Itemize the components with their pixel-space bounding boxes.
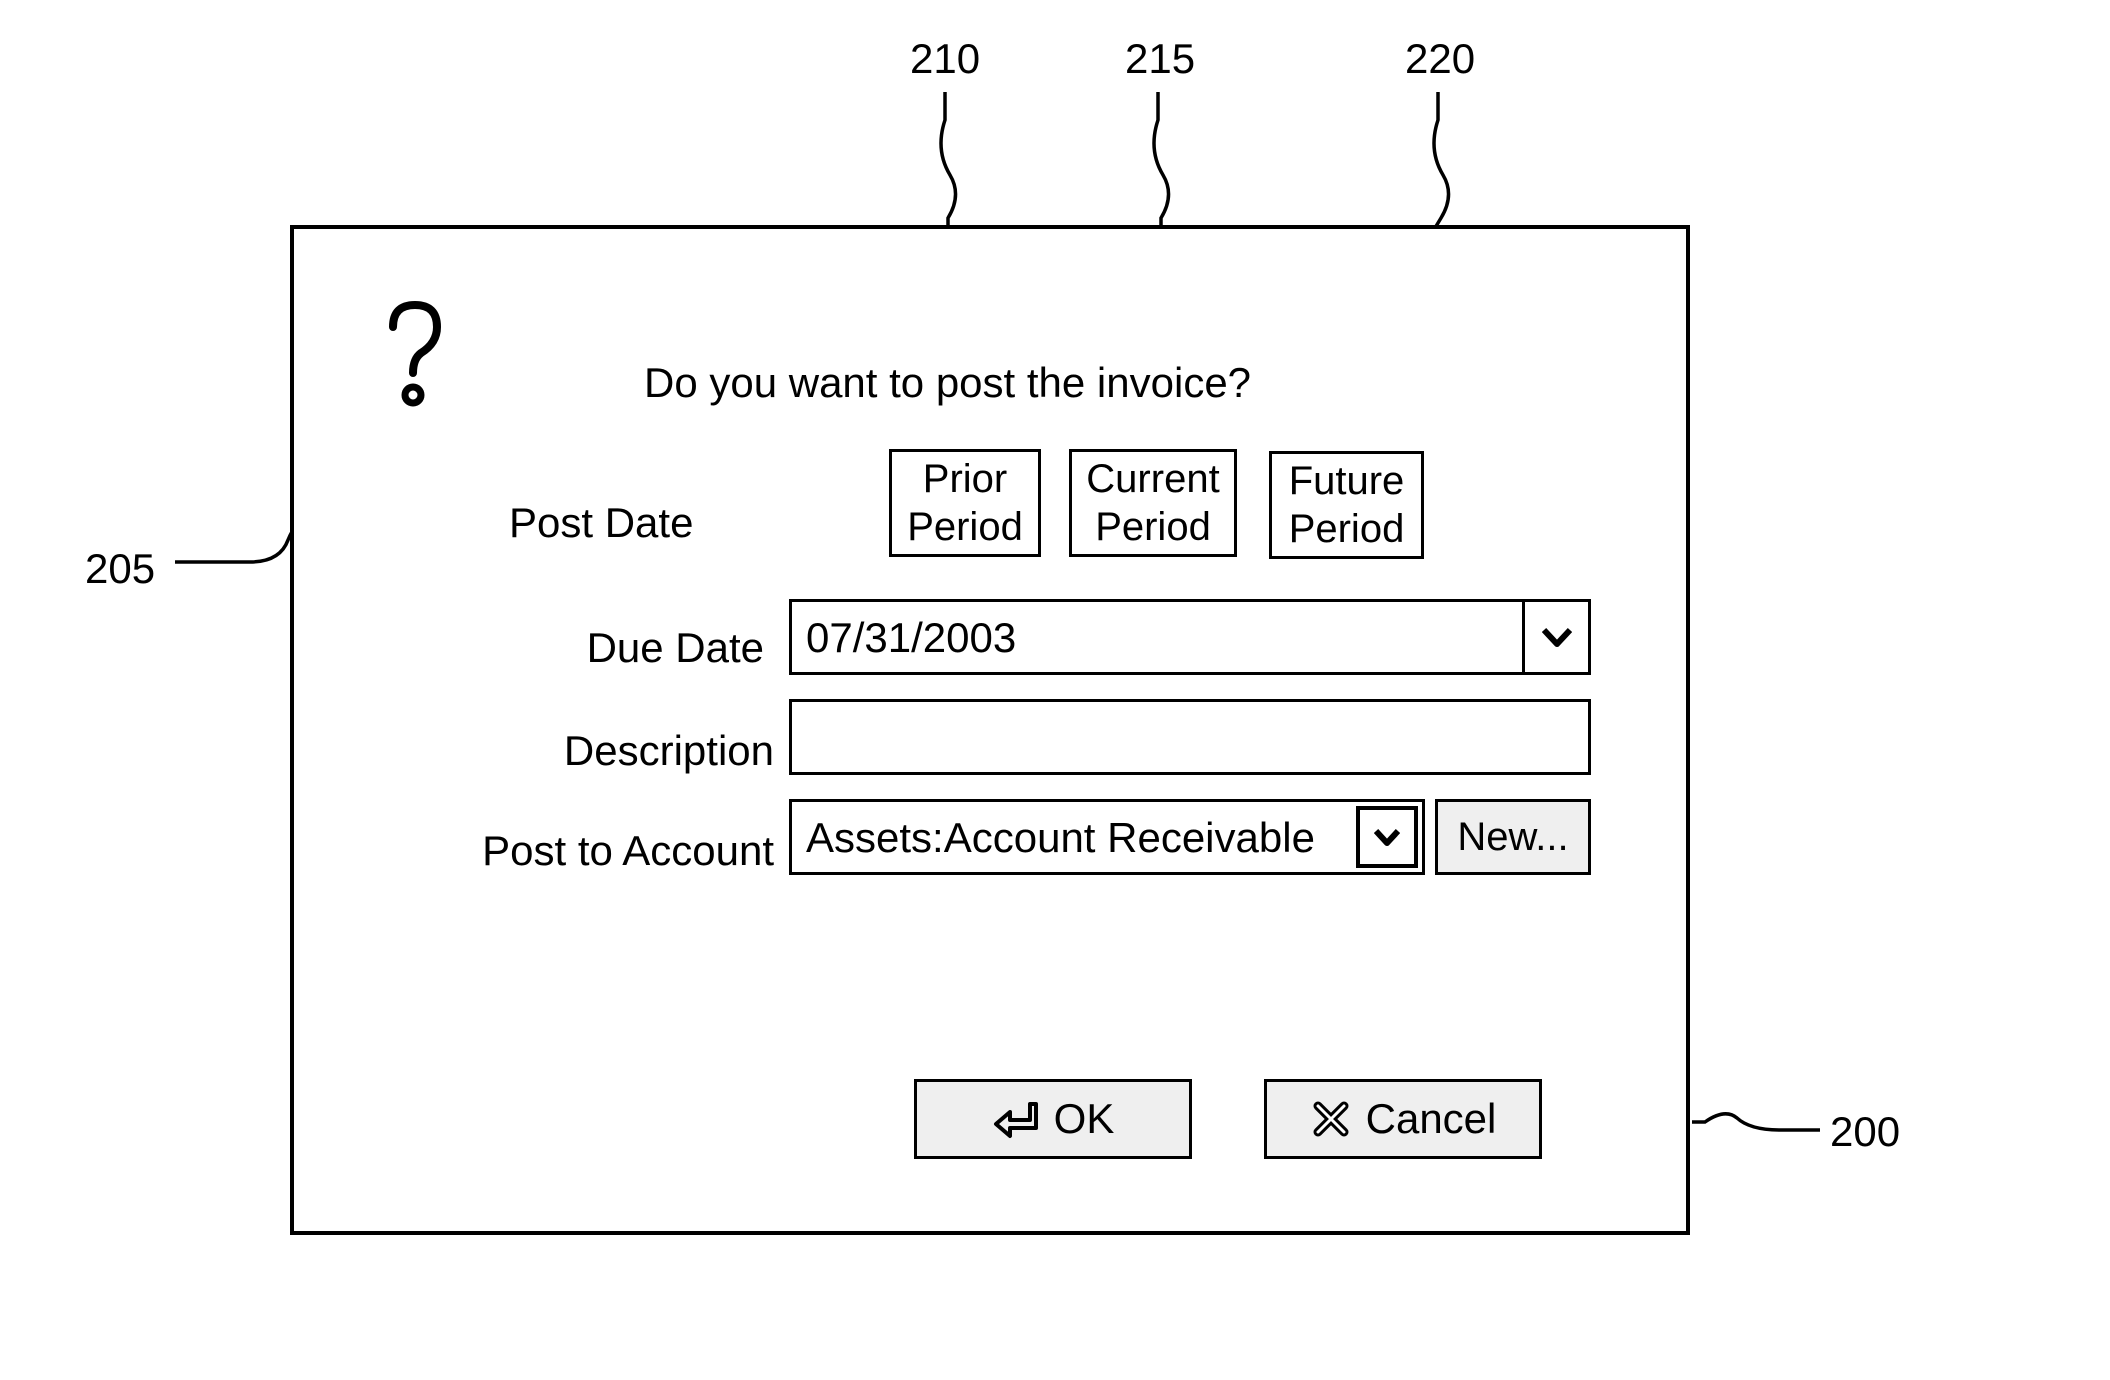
- post-date-label: Post Date: [509, 499, 693, 547]
- current-period-button[interactable]: Current Period: [1069, 449, 1237, 557]
- future-period-button[interactable]: Future Period: [1269, 451, 1424, 559]
- cancel-button[interactable]: Cancel: [1264, 1079, 1542, 1159]
- question-icon: [379, 299, 449, 409]
- callout-215: 215: [1125, 35, 1195, 83]
- chevron-down-icon: [1374, 827, 1400, 847]
- chevron-down-icon: [1542, 626, 1572, 648]
- due-date-field[interactable]: 07/31/2003: [789, 599, 1591, 675]
- prior-period-button[interactable]: Prior Period: [889, 449, 1041, 557]
- due-date-value[interactable]: 07/31/2003: [792, 602, 1522, 672]
- description-label: Description: [509, 727, 774, 775]
- ok-label: OK: [1054, 1095, 1115, 1143]
- cross-icon: [1310, 1098, 1352, 1140]
- post-invoice-dialog: Do you want to post the invoice? Post Da…: [290, 225, 1690, 1235]
- due-date-dropdown-button[interactable]: [1522, 602, 1588, 672]
- cancel-label: Cancel: [1366, 1095, 1497, 1143]
- callout-210: 210: [910, 35, 980, 83]
- new-account-button[interactable]: New...: [1435, 799, 1591, 875]
- enter-arrow-icon: [992, 1094, 1042, 1144]
- post-to-account-label: Post to Account: [389, 827, 774, 875]
- description-field[interactable]: [789, 699, 1591, 775]
- due-date-label: Due Date: [549, 624, 764, 672]
- callout-200: 200: [1830, 1108, 1900, 1156]
- dialog-title: Do you want to post the invoice?: [644, 359, 1251, 407]
- callout-205: 205: [85, 545, 155, 593]
- ok-button[interactable]: OK: [914, 1079, 1192, 1159]
- callout-220: 220: [1405, 35, 1475, 83]
- post-to-account-group: Assets:Account Receivable New...: [789, 799, 1591, 875]
- post-to-account-dropdown-button[interactable]: [1356, 806, 1418, 868]
- post-to-account-value[interactable]: Assets:Account Receivable: [792, 802, 1352, 872]
- post-to-account-select[interactable]: Assets:Account Receivable: [789, 799, 1425, 875]
